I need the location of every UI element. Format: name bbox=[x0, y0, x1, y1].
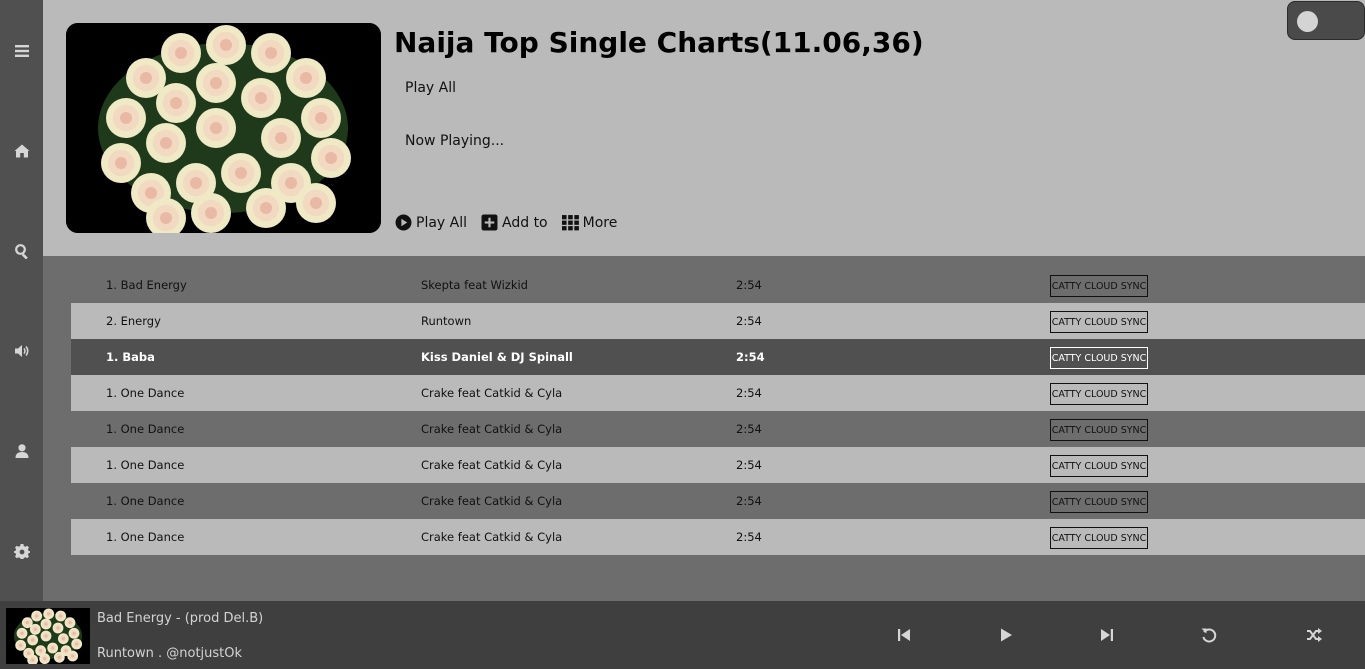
add-to-button[interactable]: Add to bbox=[481, 214, 548, 231]
track-title: 1. One Dance bbox=[106, 494, 185, 508]
track-title: 1. One Dance bbox=[106, 422, 185, 436]
add-to-label: Add to bbox=[502, 214, 548, 231]
track-artist: Crake feat Catkid & Cyla bbox=[421, 494, 563, 508]
theme-toggle[interactable] bbox=[1287, 1, 1365, 40]
shuffle-icon[interactable] bbox=[1304, 625, 1324, 645]
cloud-sync-button[interactable]: CATTY CLOUD SYNC bbox=[1050, 491, 1148, 513]
now-playing-thumbnail[interactable] bbox=[6, 608, 90, 664]
player-bar: Bad Energy - (prod Del.B) Runtown . @not… bbox=[0, 601, 1365, 669]
cloud-sync-button[interactable]: CATTY CLOUD SYNC bbox=[1050, 455, 1148, 477]
more-label: More bbox=[582, 214, 618, 231]
track-row[interactable]: 1. One Dance Crake feat Catkid & Cyla 2:… bbox=[71, 447, 1365, 483]
user-icon[interactable] bbox=[0, 436, 43, 466]
cloud-sync-button[interactable]: CATTY CLOUD SYNC bbox=[1050, 311, 1148, 333]
track-row[interactable]: 1. Bad Energy Skepta feat Wizkid 2:54 CA… bbox=[71, 267, 1365, 303]
play-all-label: Play All bbox=[416, 214, 468, 231]
playlist-header: Naija Top Single Charts(11.06,36) Play A… bbox=[43, 0, 1365, 256]
track-duration: 2:54 bbox=[736, 458, 762, 472]
track-artist: Skepta feat Wizkid bbox=[421, 278, 528, 292]
toggle-knob bbox=[1297, 11, 1318, 32]
play-circle-icon bbox=[395, 214, 412, 231]
cloud-sync-button[interactable]: CATTY CLOUD SYNC bbox=[1050, 275, 1148, 297]
playlist-actions: Play All Add to More bbox=[395, 214, 617, 231]
track-duration: 2:54 bbox=[736, 422, 762, 436]
track-duration: 2:54 bbox=[736, 278, 762, 292]
cloud-sync-button[interactable]: CATTY CLOUD SYNC bbox=[1050, 419, 1148, 441]
track-row[interactable]: 1. One Dance Crake feat Catkid & Cyla 2:… bbox=[71, 519, 1365, 555]
track-row[interactable]: 1. One Dance Crake feat Catkid & Cyla 2:… bbox=[71, 411, 1365, 447]
track-artist: Kiss Daniel & DJ Spinall bbox=[421, 350, 573, 364]
track-title: 1. One Dance bbox=[106, 386, 185, 400]
grid-icon bbox=[561, 215, 579, 231]
sidebar bbox=[0, 0, 43, 601]
volume-icon[interactable] bbox=[0, 336, 43, 366]
cloud-sync-button[interactable]: CATTY CLOUD SYNC bbox=[1050, 527, 1148, 549]
play-all-link[interactable]: Play All bbox=[405, 80, 456, 96]
track-duration: 2:54 bbox=[736, 494, 762, 508]
gear-icon[interactable] bbox=[0, 536, 43, 566]
track-duration: 2:54 bbox=[736, 350, 765, 364]
track-row[interactable]: 2. Energy Runtown 2:54 CATTY CLOUD SYNC bbox=[71, 303, 1365, 339]
track-title: 1. Baba bbox=[106, 350, 155, 364]
track-title: 1. One Dance bbox=[106, 530, 185, 544]
track-list: 1. Bad Energy Skepta feat Wizkid 2:54 CA… bbox=[71, 267, 1365, 555]
track-title: 1. Bad Energy bbox=[106, 278, 187, 292]
home-icon[interactable] bbox=[0, 136, 43, 166]
track-artist: Runtown bbox=[421, 314, 472, 328]
now-playing-label: Now Playing... bbox=[405, 133, 505, 149]
now-playing-artist: Runtown . @notjustOk bbox=[97, 646, 243, 661]
track-artist: Crake feat Catkid & Cyla bbox=[421, 386, 563, 400]
track-title: 2. Energy bbox=[106, 314, 161, 328]
track-artist: Crake feat Catkid & Cyla bbox=[421, 458, 563, 472]
search-icon[interactable] bbox=[0, 236, 43, 266]
cloud-sync-button[interactable]: CATTY CLOUD SYNC bbox=[1050, 383, 1148, 405]
track-duration: 2:54 bbox=[736, 530, 762, 544]
playlist-title: Naija Top Single Charts(11.06,36) bbox=[394, 26, 924, 59]
track-row[interactable]: 1. One Dance Crake feat Catkid & Cyla 2:… bbox=[71, 483, 1365, 519]
play-icon[interactable] bbox=[996, 625, 1016, 645]
cloud-sync-button[interactable]: CATTY CLOUD SYNC bbox=[1050, 347, 1148, 369]
now-playing-title: Bad Energy - (prod Del.B) bbox=[97, 611, 264, 626]
track-artist: Crake feat Catkid & Cyla bbox=[421, 530, 563, 544]
track-artist: Crake feat Catkid & Cyla bbox=[421, 422, 563, 436]
plus-square-icon bbox=[481, 214, 498, 231]
more-button[interactable]: More bbox=[561, 214, 618, 231]
previous-icon[interactable] bbox=[894, 625, 914, 645]
track-duration: 2:54 bbox=[736, 386, 762, 400]
track-duration: 2:54 bbox=[736, 314, 762, 328]
menu-icon[interactable] bbox=[0, 36, 43, 66]
track-row[interactable]: 1. One Dance Crake feat Catkid & Cyla 2:… bbox=[71, 375, 1365, 411]
play-all-button[interactable]: Play All bbox=[395, 214, 467, 231]
track-title: 1. One Dance bbox=[106, 458, 185, 472]
repeat-icon[interactable] bbox=[1199, 625, 1219, 645]
track-row-active[interactable]: 1. Baba Kiss Daniel & DJ Spinall 2:54 CA… bbox=[71, 339, 1365, 375]
album-art bbox=[66, 23, 381, 233]
next-icon[interactable] bbox=[1097, 625, 1117, 645]
